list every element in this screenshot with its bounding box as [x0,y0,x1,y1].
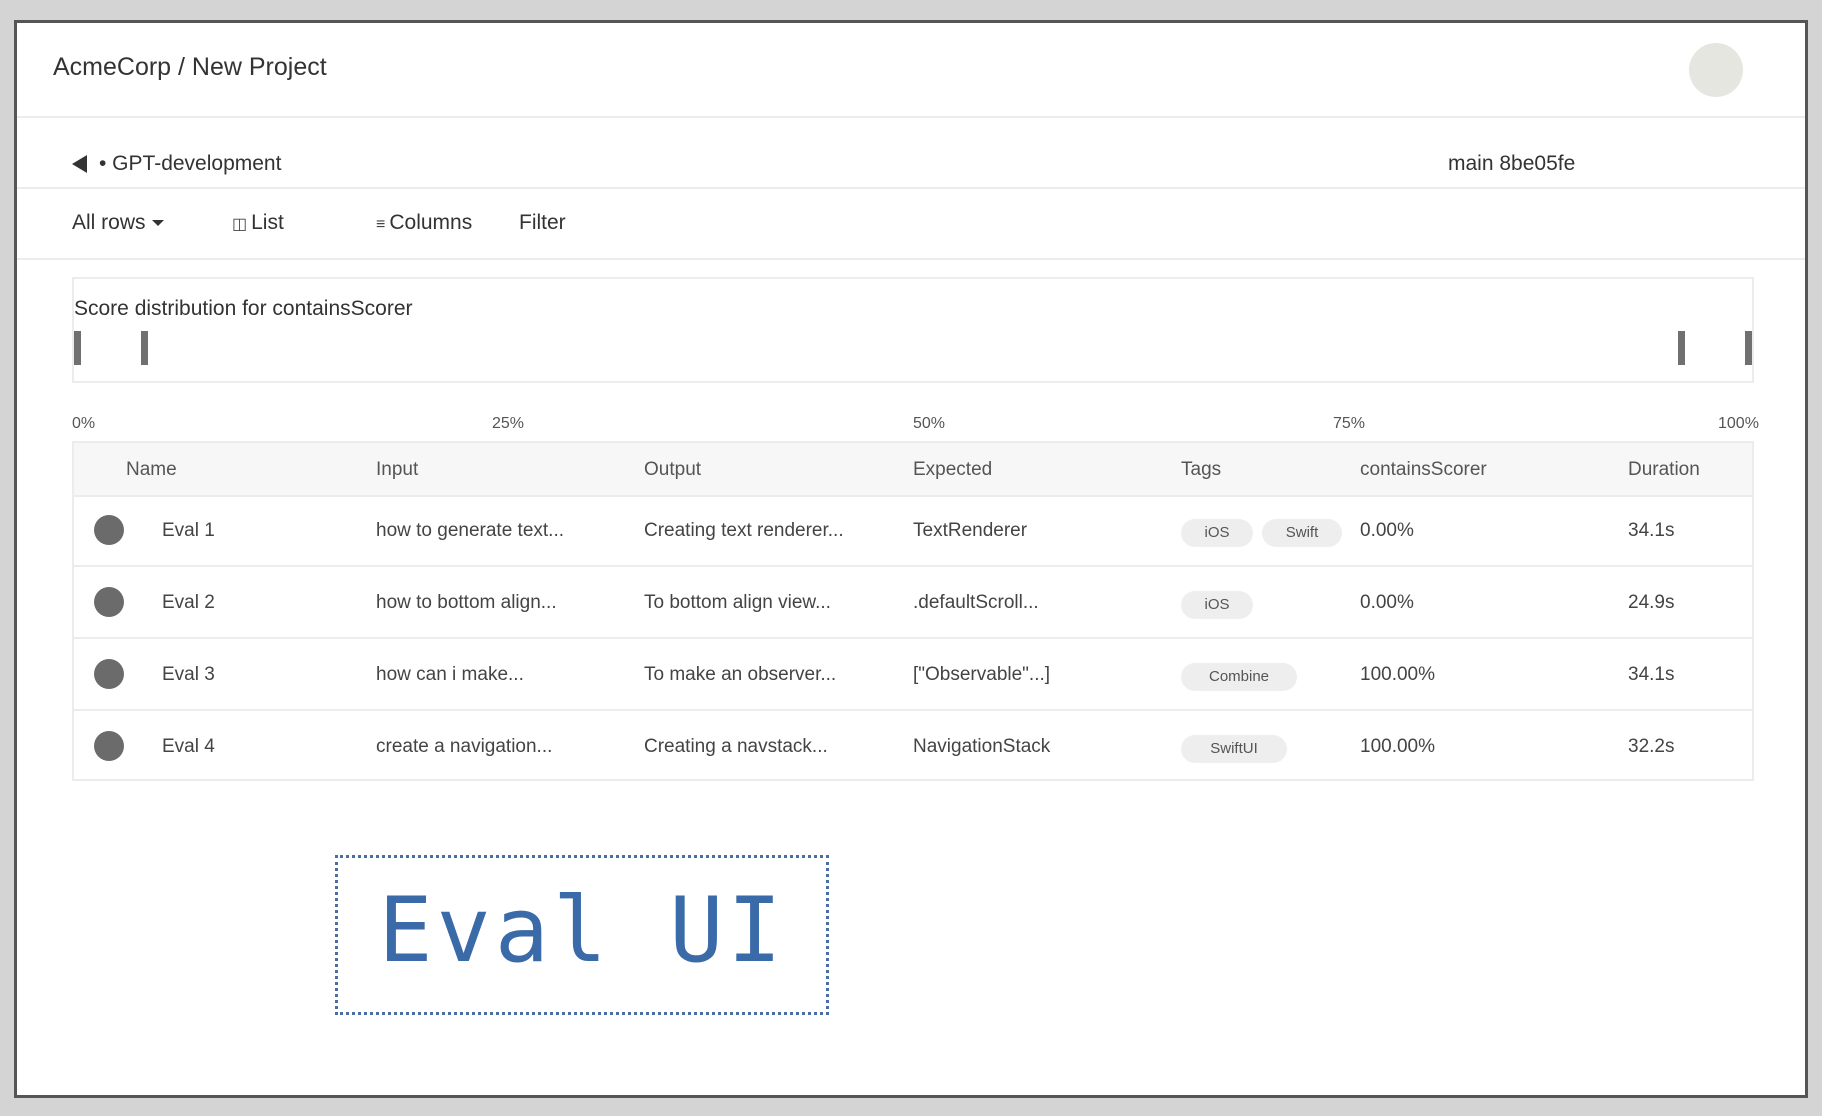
cell-input: how can i make... [376,664,524,685]
cell-duration: 24.9s [1628,592,1675,613]
axis-label-0: 0% [72,415,96,432]
rows-dropdown-label: All rows [72,211,146,234]
rows-dropdown[interactable]: All rows [72,211,164,235]
tag-pill[interactable]: Combine [1181,663,1297,691]
cell-input: how to generate text... [376,520,565,541]
list-icon: ◫ [232,216,248,233]
table-row[interactable]: Eval 2 how to bottom align... To bottom … [74,567,1752,639]
distribution-marker [1678,331,1685,365]
cell-duration: 32.2s [1628,736,1675,757]
cell-output: Creating text renderer... [644,520,844,541]
table-row[interactable]: Eval 1 how to generate text... Creating … [74,495,1752,567]
columns-label: Columns [389,211,473,234]
table-row[interactable]: Eval 3 how can i make... To make an obse… [74,639,1752,711]
cell-input: create a navigation... [376,736,553,757]
columns-button[interactable]: ≡ Columns [376,211,472,235]
cell-output: Creating a navstack... [644,736,828,757]
commit-label: main 8be05fe [1448,152,1576,175]
cell-expected: TextRenderer [913,520,1028,541]
status-dot-icon [94,587,124,617]
axis-label-50: 50% [913,415,946,432]
eval-ui-stamp: Eval UI [335,855,829,1015]
cell-expected: NavigationStack [913,736,1051,757]
table-header: Name Input Output Expected Tags contains… [74,443,1752,497]
toolbar: All rows ◫ List ≡ Columns Filter [17,189,1805,259]
cell-output: To bottom align view... [644,592,831,613]
cell-name: Eval 1 [162,520,215,541]
column-header-input[interactable]: Input [376,459,418,481]
tag-pill[interactable]: SwiftUI [1181,735,1287,763]
score-distribution: Score distribution for containsScorer [72,277,1754,383]
project-breadcrumb[interactable]: AcmeCorp / New Project [53,53,327,82]
status-dot-icon [94,515,124,545]
eval-table: Name Input Output Expected Tags contains… [72,441,1754,781]
distribution-marker [74,331,81,365]
cell-duration: 34.1s [1628,520,1675,541]
column-header-output[interactable]: Output [644,459,701,481]
cell-name: Eval 3 [162,664,215,685]
cell-input: how to bottom align... [376,592,557,613]
filter-button[interactable]: Filter [519,211,566,235]
cell-output: To make an observer... [644,664,837,685]
caret-down-icon [151,220,164,227]
user-avatar[interactable] [1689,43,1743,97]
list-label: List [251,211,284,234]
cell-expected: .defaultScroll... [913,592,1039,613]
distribution-marker [1745,331,1752,365]
column-header-name[interactable]: Name [126,459,177,481]
status-dot-icon [94,731,124,761]
axis-label-100: 100% [1718,415,1759,432]
top-bar: AcmeCorp / New Project [17,23,1805,115]
cell-score: 100.00% [1360,664,1436,685]
tag-pill[interactable]: iOS [1181,519,1253,547]
distribution-marker [141,331,148,365]
columns-icon: ≡ [376,216,386,233]
app-window: AcmeCorp / New Project • GPT-development… [14,20,1808,1098]
table-row[interactable]: Eval 4 create a navigation... Creating a… [74,711,1752,781]
column-header-expected[interactable]: Expected [913,459,992,481]
cell-expected: ["Observable"...] [913,664,1051,685]
cell-duration: 34.1s [1628,664,1675,685]
status-dot-icon [94,659,124,689]
cell-name: Eval 4 [162,736,215,757]
distribution-title: Score distribution for containsScorer [74,297,413,320]
tag-pill[interactable]: Swift [1262,519,1342,547]
column-header-tags[interactable]: Tags [1181,459,1221,481]
axis-label-25: 25% [492,415,525,432]
cell-score: 0.00% [1360,592,1414,613]
divider [17,258,1805,260]
experiment-name[interactable]: • GPT-development [99,152,281,176]
cell-name: Eval 2 [162,592,215,613]
cell-score: 100.00% [1360,736,1436,757]
stamp-text: Eval UI [378,878,786,983]
axis-label-75: 75% [1333,415,1366,432]
tag-pill[interactable]: iOS [1181,591,1253,619]
column-header-score[interactable]: containsScorer [1360,459,1487,481]
back-arrow-icon[interactable] [72,155,87,173]
column-header-duration[interactable]: Duration [1628,459,1700,481]
list-view-button[interactable]: ◫ List [232,211,284,235]
cell-score: 0.00% [1360,520,1414,541]
